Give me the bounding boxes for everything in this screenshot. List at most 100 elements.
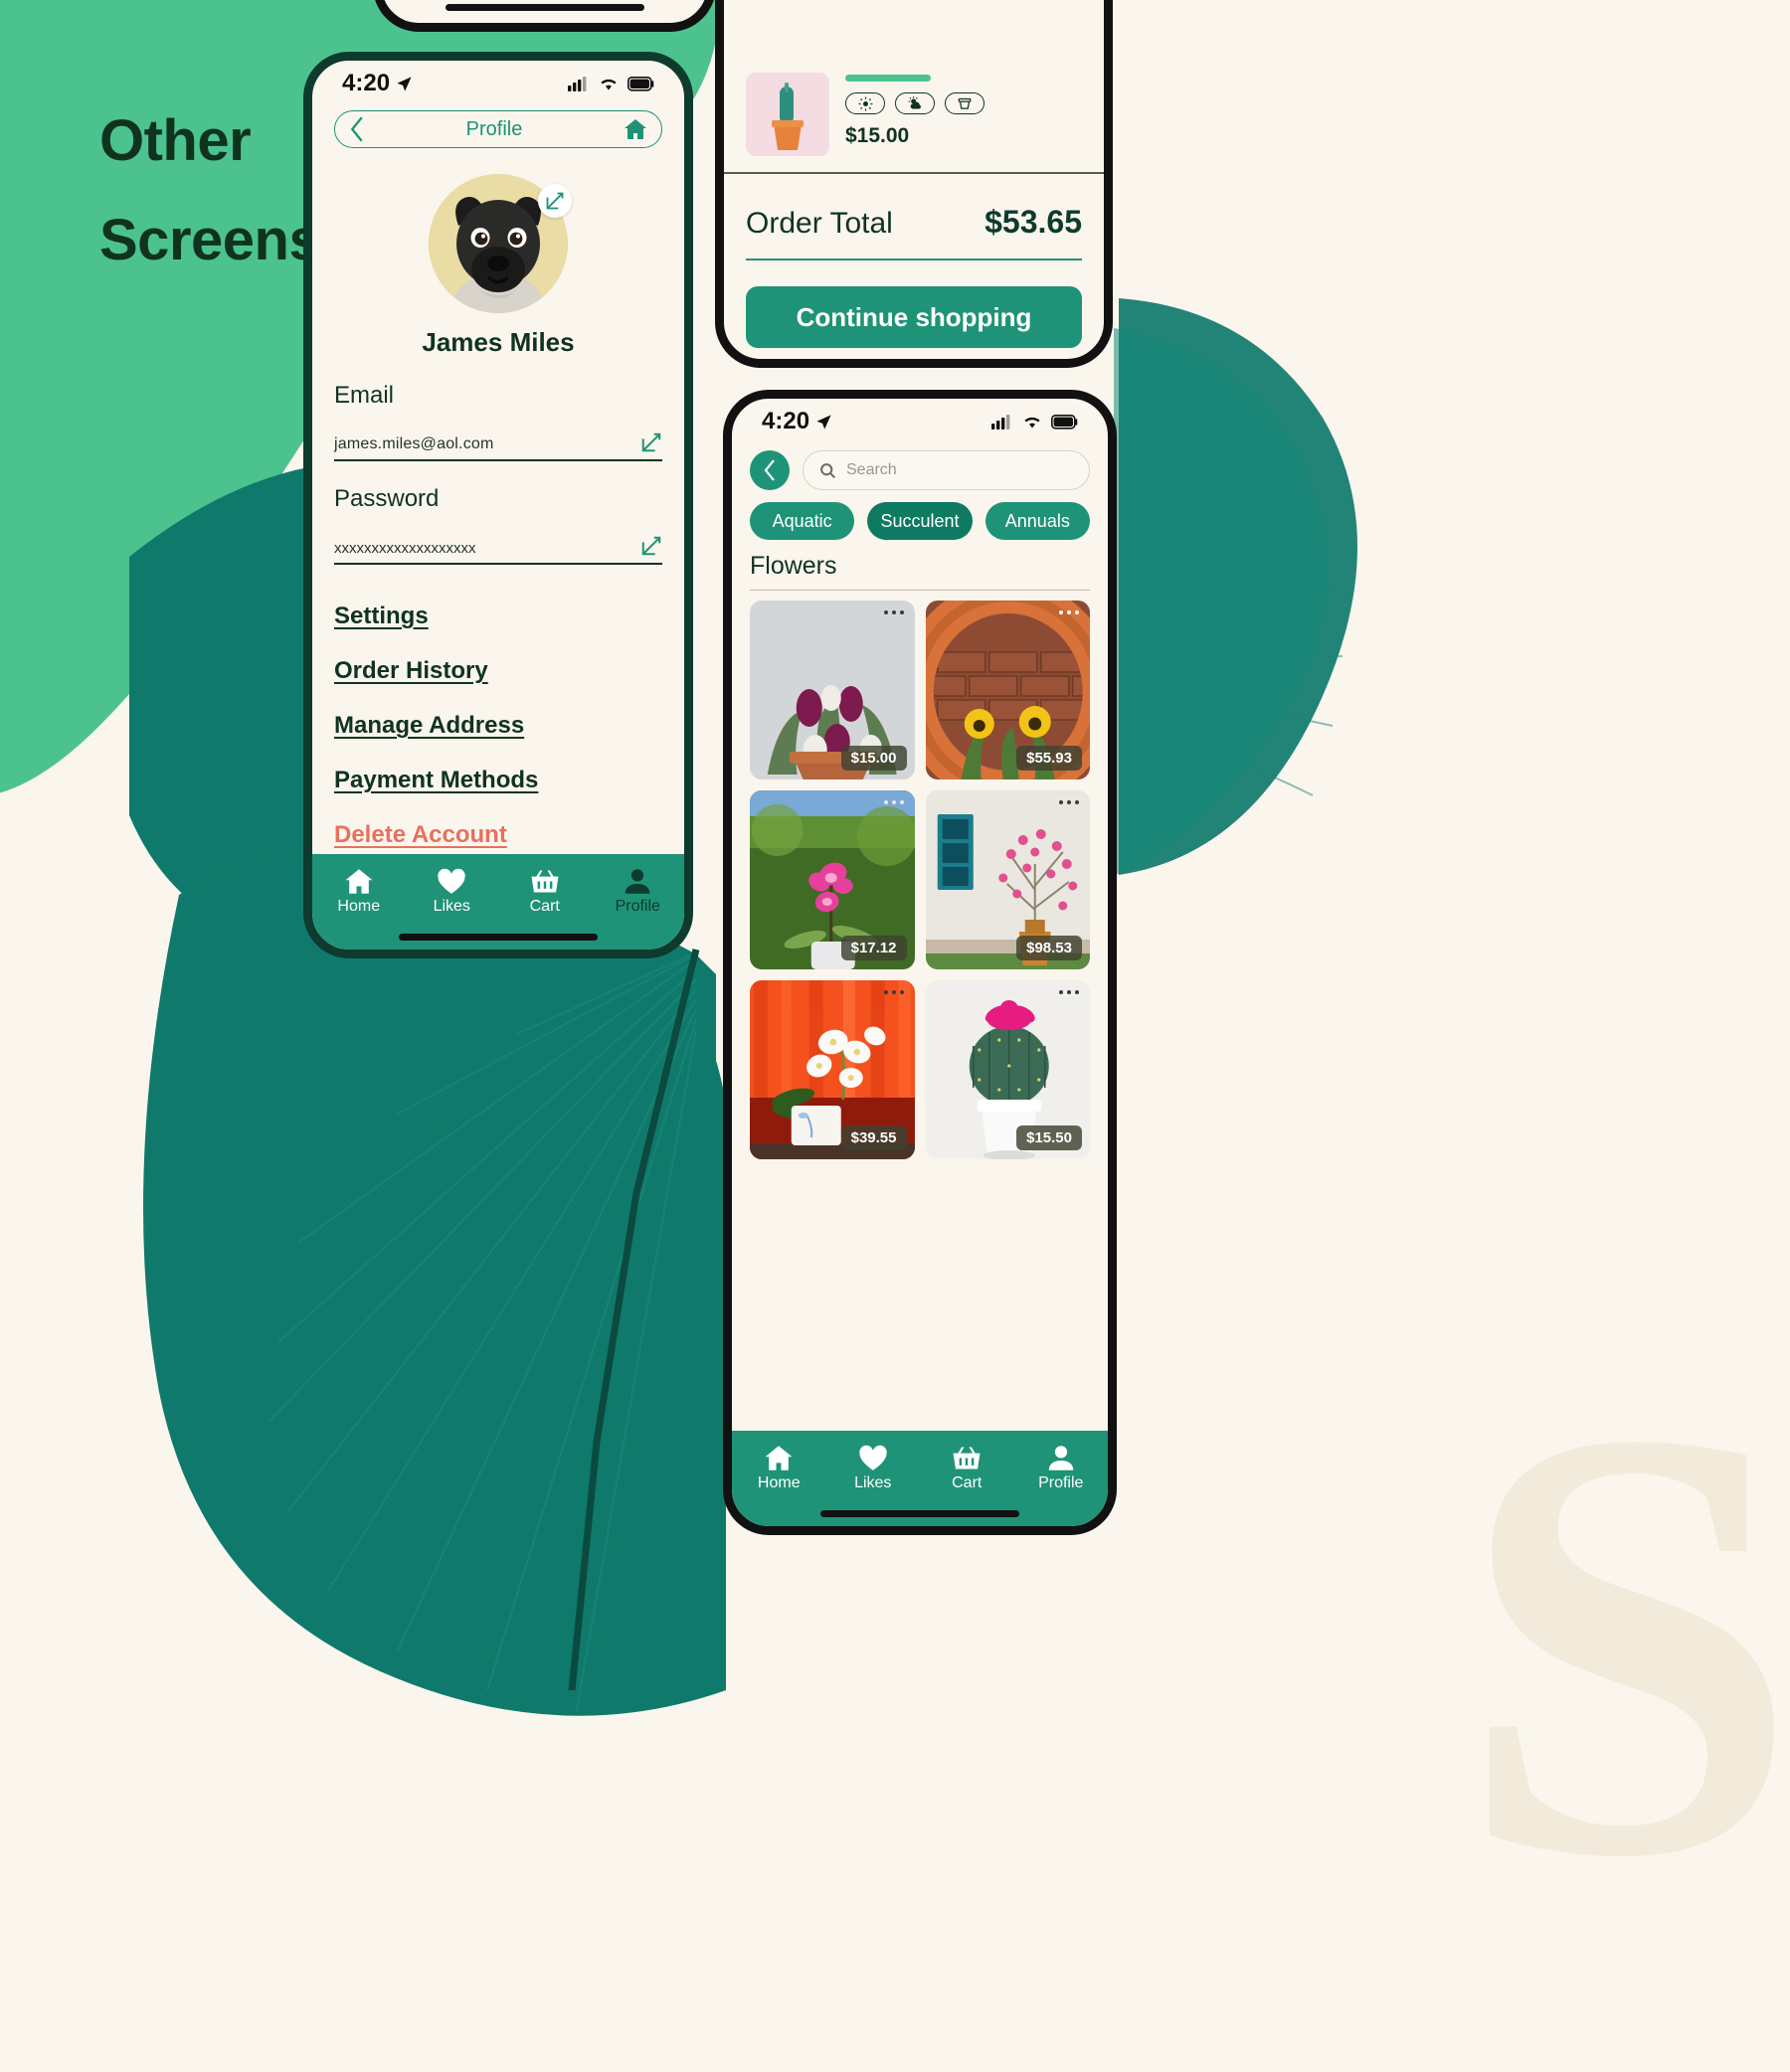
home-indicator — [445, 4, 644, 11]
screenshot-canvas: S Other Screens $15.00 Order Total $53.6… — [0, 0, 1790, 2072]
cellular-signal-icon — [568, 77, 587, 91]
home-icon — [765, 1446, 793, 1470]
wifi-icon — [601, 79, 617, 90]
chip-aquatic[interactable]: Aquatic — [750, 502, 855, 540]
email-field-row[interactable]: james.miles@aol.com — [334, 432, 662, 461]
profile-bottom-nav: Home Likes Cart Profile — [312, 854, 684, 950]
product-price: $15.50 — [1016, 1125, 1082, 1150]
password-field-row[interactable]: xxxxxxxxxxxxxxxxxxx — [334, 535, 662, 565]
heart-icon — [859, 1445, 887, 1470]
card-options-icon[interactable] — [883, 610, 904, 614]
order-total-row: Order Total $53.65 — [746, 174, 1082, 260]
search-placeholder: Search — [846, 461, 897, 478]
email-field-group: Email james.miles@aol.com — [334, 382, 662, 461]
brand-watermark: S — [1457, 1302, 1790, 1985]
menu-link-order-history[interactable]: Order History — [334, 657, 488, 685]
product-card[interactable]: $15.50 — [925, 980, 1090, 1159]
product-price: $55.93 — [1016, 746, 1082, 771]
product-card[interactable]: $15.00 — [750, 601, 915, 779]
care-badge-row — [845, 92, 1082, 114]
nav-label-cart: Cart — [952, 1474, 983, 1491]
edit-pencil-icon[interactable] — [640, 432, 662, 453]
edit-avatar-button[interactable] — [538, 184, 572, 218]
person-icon — [625, 869, 650, 894]
search-input[interactable]: Search — [803, 450, 1090, 490]
avatar[interactable] — [429, 174, 572, 313]
nav-item-home[interactable]: Home — [312, 868, 406, 916]
chip-succulent[interactable]: Succulent — [867, 502, 973, 540]
card-options-icon[interactable] — [1059, 610, 1079, 614]
pot-icon — [945, 92, 984, 114]
menu-link-manage-address[interactable]: Manage Address — [334, 712, 524, 740]
password-field-label: Password — [334, 485, 440, 512]
heart-icon — [438, 868, 465, 894]
browse-screen-phone: 4:20 Search Aquatic Succulent Annuals Fl… — [723, 390, 1117, 1535]
product-price: $98.53 — [1016, 936, 1082, 960]
menu-link-payment-methods[interactable]: Payment Methods — [334, 767, 538, 794]
home-indicator — [399, 934, 598, 941]
partial-phone-frame-top — [373, 0, 716, 32]
nav-label-likes: Likes — [854, 1474, 892, 1491]
category-chip-row: Aquatic Succulent Annuals — [732, 490, 1108, 540]
menu-link-delete-account[interactable]: Delete Account — [334, 821, 507, 849]
cart-item-thumbnail — [746, 73, 829, 156]
cart-item-meta: $15.00 — [845, 73, 1082, 156]
product-card[interactable]: $17.12 — [750, 790, 915, 969]
location-arrow-icon — [397, 76, 412, 91]
browse-status-bar: 4:20 — [732, 399, 1108, 444]
battery-icon — [1051, 414, 1078, 430]
browse-bottom-nav: Home Likes Cart Profile — [732, 1431, 1108, 1526]
nav-label-home: Home — [337, 898, 381, 915]
product-card[interactable]: $55.93 — [925, 601, 1090, 779]
product-price: $39.55 — [840, 1125, 907, 1150]
status-time: 4:20 — [762, 408, 810, 434]
nav-label-profile: Profile — [1038, 1474, 1084, 1491]
location-arrow-icon — [816, 414, 831, 430]
battery-icon — [627, 76, 654, 91]
order-total-label: Order Total — [746, 207, 893, 240]
product-price: $17.12 — [840, 936, 907, 960]
profile-name: James Miles — [422, 327, 575, 357]
sun-icon — [845, 92, 885, 114]
product-card[interactable]: $39.55 — [750, 980, 915, 1159]
chip-annuals[interactable]: Annuals — [984, 502, 1090, 540]
email-field-label: Email — [334, 382, 395, 409]
nav-item-cart[interactable]: Cart — [920, 1445, 1014, 1492]
nav-label-profile: Profile — [615, 898, 660, 915]
product-card[interactable]: $98.53 — [925, 790, 1090, 969]
menu-link-settings[interactable]: Settings — [334, 603, 429, 630]
section-title-flowers: Flowers — [750, 552, 1090, 591]
nav-label-cart: Cart — [529, 898, 560, 915]
status-time: 4:20 — [342, 70, 391, 96]
person-icon — [1048, 1446, 1074, 1470]
cart-line-item[interactable]: $15.00 — [724, 59, 1104, 174]
card-options-icon[interactable] — [1059, 800, 1079, 804]
profile-body: Profile James Miles Email james.miles@ao… — [312, 110, 684, 849]
profile-screen-phone: 4:20 Profile James Miles Email james.mil… — [303, 52, 693, 958]
nav-item-likes[interactable]: Likes — [406, 868, 499, 916]
chevron-left-icon[interactable] — [349, 116, 365, 142]
nav-label-home: Home — [757, 1474, 801, 1491]
card-options-icon[interactable] — [883, 990, 904, 994]
basket-icon — [531, 870, 559, 893]
nav-item-cart[interactable]: Cart — [498, 868, 592, 916]
edit-pencil-icon[interactable] — [640, 535, 662, 557]
nav-item-profile[interactable]: Profile — [592, 868, 685, 916]
nav-item-profile[interactable]: Profile — [1014, 1445, 1109, 1492]
order-total-amount: $53.65 — [984, 204, 1082, 240]
search-icon — [820, 462, 836, 478]
edit-pencil-icon — [546, 192, 564, 210]
cart-screen-phone: $15.00 Order Total $53.65 Continue shopp… — [715, 0, 1113, 368]
back-button[interactable] — [750, 450, 790, 490]
profile-menu-list: Settings Order History Manage Address Pa… — [334, 603, 662, 849]
card-options-icon[interactable] — [1059, 990, 1079, 994]
home-icon[interactable] — [624, 118, 647, 140]
cart-item-name-placeholder-bar — [845, 75, 931, 82]
nav-item-home[interactable]: Home — [732, 1445, 826, 1492]
card-options-icon[interactable] — [883, 800, 904, 804]
profile-header-title: Profile — [465, 117, 523, 140]
continue-shopping-button[interactable]: Continue shopping — [746, 286, 1082, 348]
home-icon — [345, 869, 373, 894]
nav-label-likes: Likes — [433, 898, 470, 915]
nav-item-likes[interactable]: Likes — [826, 1445, 921, 1492]
